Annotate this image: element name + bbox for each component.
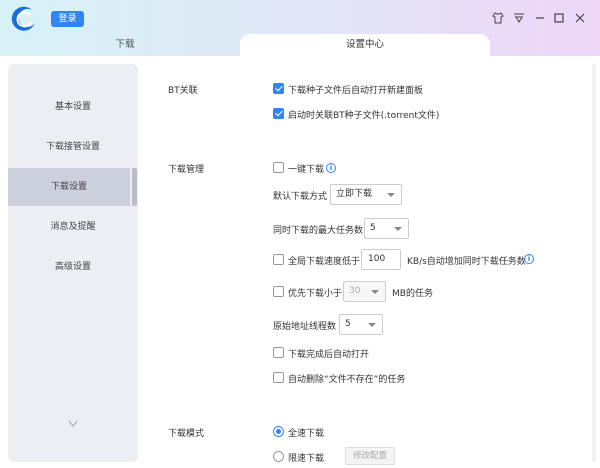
default-mode-label: 默认下载方式 <box>273 192 328 202</box>
login-button[interactable]: 登录 <box>51 11 84 27</box>
section-title-mode: 下载模式 <box>168 429 205 439</box>
one-click-checkbox[interactable] <box>273 162 284 173</box>
associate-torrent-checkbox[interactable] <box>273 108 284 119</box>
priority-size-value: 30 <box>349 286 361 296</box>
title-bar: 登录 下载 设置中心 <box>0 0 600 56</box>
auto-delete-checkbox[interactable] <box>273 372 284 383</box>
modify-config-button[interactable]: 修改配置 <box>345 447 395 465</box>
speed-threshold-input[interactable]: 100 <box>361 249 401 270</box>
content-scrollbar[interactable] <box>592 64 596 462</box>
sidebar-item-advanced[interactable]: 高级设置 <box>8 248 138 286</box>
chevron-down-icon <box>387 193 395 197</box>
chevron-down-icon <box>368 323 376 327</box>
tab-download[interactable]: 下载 <box>0 34 250 56</box>
sidebar-item-basic[interactable]: 基本设置 <box>8 88 138 126</box>
minimize-icon[interactable] <box>534 12 546 24</box>
skin-icon[interactable] <box>492 12 504 24</box>
speed-threshold-checkbox[interactable] <box>273 254 284 265</box>
default-mode-select[interactable]: 立即下载 <box>330 184 402 205</box>
open-after-checkbox[interactable] <box>273 347 284 358</box>
maximize-icon[interactable] <box>553 12 565 24</box>
sidebar-item-notifications[interactable]: 消息及提醒 <box>8 208 138 246</box>
tab-bar: 下载 设置中心 <box>0 34 600 56</box>
chevron-down-icon <box>371 290 379 294</box>
section-title-manage: 下载管理 <box>168 165 205 175</box>
max-tasks-label: 同时下载的最大任务数 <box>273 226 364 236</box>
one-click-label: 一键下载 <box>288 165 325 175</box>
app-logo-icon <box>11 6 35 31</box>
max-tasks-value: 5 <box>370 223 376 233</box>
settings-sidebar: 基本设置 下载接管设置 下载设置 消息及提醒 高级设置 <box>8 64 138 462</box>
menu-icon[interactable] <box>513 12 525 24</box>
tab-settings[interactable]: 设置中心 <box>240 34 490 56</box>
close-icon[interactable] <box>574 12 586 24</box>
info-icon[interactable]: i <box>524 254 534 264</box>
threads-select[interactable]: 5 <box>339 314 383 335</box>
open-after-label: 下载完成后自动打开 <box>288 350 370 360</box>
sidebar-item-download[interactable]: 下载设置 <box>8 168 130 206</box>
max-tasks-select[interactable]: 5 <box>364 218 409 239</box>
default-mode-value: 立即下载 <box>336 189 373 199</box>
info-icon[interactable]: i <box>326 163 336 173</box>
section-title-bt: BT关联 <box>168 86 198 96</box>
threads-value: 5 <box>345 319 351 329</box>
associate-torrent-label: 启动时关联BT种子文件(.torrent文件) <box>288 111 440 121</box>
priority-small-checkbox[interactable] <box>273 286 284 297</box>
sidebar-item-takeover[interactable]: 下载接管设置 <box>8 128 138 166</box>
limited-speed-radio[interactable] <box>273 451 284 462</box>
chevron-down-icon[interactable] <box>68 420 78 428</box>
speed-threshold-suffix: KB/s自动增加同时下载任务数 <box>407 257 526 267</box>
auto-delete-label: 自动删除“文件不存在”的任务 <box>288 375 406 385</box>
auto-open-panel-checkbox[interactable] <box>273 83 284 94</box>
full-speed-label: 全速下载 <box>288 429 325 439</box>
threads-label: 原始地址线程数 <box>273 322 337 332</box>
auto-open-panel-label: 下载种子文件后自动打开新建面板 <box>288 86 424 96</box>
speed-threshold-prefix: 全局下载速度低于 <box>288 257 361 267</box>
priority-small-suffix: MB的任务 <box>392 289 433 299</box>
priority-size-select[interactable]: 30 <box>343 281 386 302</box>
chevron-down-icon <box>394 227 402 231</box>
limited-speed-label: 限速下载 <box>288 454 325 464</box>
priority-small-prefix: 优先下载小于 <box>288 289 343 299</box>
full-speed-radio[interactable] <box>273 426 284 437</box>
sidebar-scrollbar[interactable] <box>132 168 137 206</box>
